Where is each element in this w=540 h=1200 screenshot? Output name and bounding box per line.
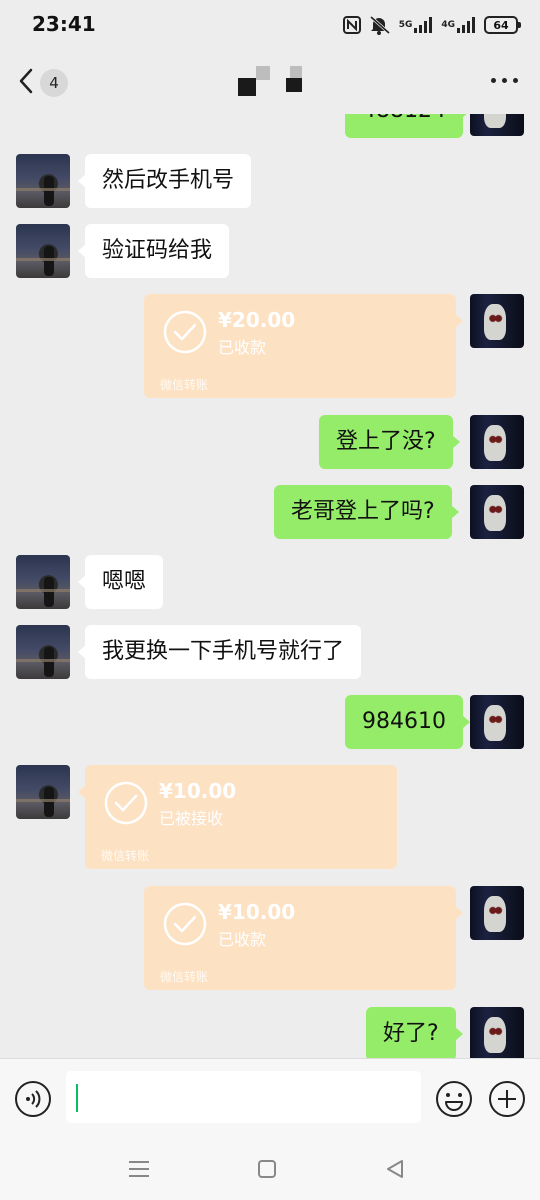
avatar-self[interactable] <box>470 886 524 940</box>
unread-badge: 4 <box>40 69 68 97</box>
more-dot <box>491 78 496 83</box>
transfer-amount: ¥10.00 <box>218 900 296 924</box>
menu-icon[interactable] <box>124 1154 154 1184</box>
more-dot <box>502 78 507 83</box>
status-time: 23:41 <box>32 12 96 36</box>
net-4g-label: 4G <box>441 20 455 30</box>
avatar-contact[interactable] <box>16 765 70 819</box>
message-text: 我更换一下手机号就行了 <box>102 639 345 664</box>
net-5g-label: 5G <box>398 20 413 30</box>
redaction-block <box>286 78 302 92</box>
avatar-self[interactable] <box>470 485 524 539</box>
check-circle-icon <box>103 780 149 826</box>
more-button[interactable] <box>491 78 518 83</box>
emoji-icon[interactable] <box>435 1080 473 1118</box>
system-navigation-bar <box>0 1138 540 1200</box>
message-received[interactable]: 验证码给我 <box>77 224 230 278</box>
transfer-amount: ¥20.00 <box>218 308 296 332</box>
redaction-block <box>256 66 270 80</box>
avatar-self[interactable] <box>470 294 524 348</box>
voice-icon[interactable] <box>14 1080 52 1118</box>
transfer-amount: ¥10.00 <box>159 779 237 803</box>
transfer-label: 微信转账 <box>160 970 209 984</box>
message-text: 然后改手机号 <box>102 168 235 193</box>
transfer-card[interactable]: ¥20.00 已收款 微信转账 <box>144 294 463 398</box>
avatar-self[interactable] <box>470 695 524 749</box>
transfer-card[interactable]: ¥10.00 已收款 微信转账 <box>144 886 463 990</box>
message-text: 好了? <box>383 1021 439 1046</box>
message-text: 488124 <box>362 114 446 123</box>
redaction-block <box>290 66 302 78</box>
transfer-status: 已被接收 <box>159 809 224 828</box>
avatar-contact[interactable] <box>16 154 70 208</box>
transfer-card[interactable]: ¥10.00 已被接收 微信转账 <box>78 765 397 869</box>
chevron-left-icon <box>16 67 36 99</box>
mute-icon <box>369 15 391 35</box>
home-icon[interactable] <box>252 1154 282 1184</box>
input-bar <box>0 1058 540 1138</box>
avatar-contact[interactable] <box>16 224 70 278</box>
redaction-block <box>238 78 256 96</box>
nfc-icon <box>342 15 361 35</box>
back-button[interactable]: 4 <box>16 66 76 100</box>
transfer-label: 微信转账 <box>101 849 150 863</box>
message-text: 嗯嗯 <box>102 569 147 594</box>
signal-5g-icon: 5G <box>399 15 434 35</box>
message-text: 验证码给我 <box>102 238 213 263</box>
avatar-contact[interactable] <box>16 625 70 679</box>
plus-icon[interactable] <box>488 1080 526 1118</box>
status-bar: 23:41 5G 4G 64 <box>0 0 540 50</box>
transfer-status: 已收款 <box>218 338 267 357</box>
avatar-self[interactable] <box>470 415 524 469</box>
back-triangle-icon[interactable] <box>380 1154 410 1184</box>
message-received[interactable]: 嗯嗯 <box>77 555 164 609</box>
message-text: 老哥登上了吗? <box>291 499 435 524</box>
chat-header: 4 <box>0 50 540 114</box>
message-text: 984610 <box>362 709 446 734</box>
check-circle-icon <box>162 309 208 355</box>
message-text: 登上了没? <box>336 429 436 454</box>
message-sent[interactable]: 984610 <box>345 695 470 749</box>
message-sent[interactable]: 488124 <box>345 114 470 138</box>
transfer-status: 已收款 <box>218 930 267 949</box>
avatar-self[interactable] <box>470 114 524 136</box>
status-icons: 5G 4G 64 <box>342 14 521 36</box>
message-sent[interactable]: 老哥登上了吗? <box>274 485 459 539</box>
battery-icon: 64 <box>484 16 521 34</box>
message-sent[interactable]: 好了? <box>366 1007 463 1058</box>
text-cursor <box>76 1084 78 1112</box>
message-received[interactable]: 我更换一下手机号就行了 <box>77 625 362 679</box>
message-input[interactable] <box>66 1071 421 1123</box>
chat-title-redacted <box>236 64 306 98</box>
avatar-self[interactable] <box>470 1007 524 1058</box>
battery-level: 64 <box>493 18 509 32</box>
chat-area[interactable]: 488124 然后改手机号 验证码给我 ¥20.00 已收款 微信转账 登上了没… <box>0 114 540 1058</box>
signal-4g-icon: 4G <box>441 15 476 35</box>
transfer-label: 微信转账 <box>160 378 209 392</box>
message-sent[interactable]: 登上了没? <box>319 415 460 469</box>
check-circle-icon <box>162 901 208 947</box>
more-dot <box>513 78 518 83</box>
avatar-contact[interactable] <box>16 555 70 609</box>
message-received[interactable]: 然后改手机号 <box>77 154 252 208</box>
